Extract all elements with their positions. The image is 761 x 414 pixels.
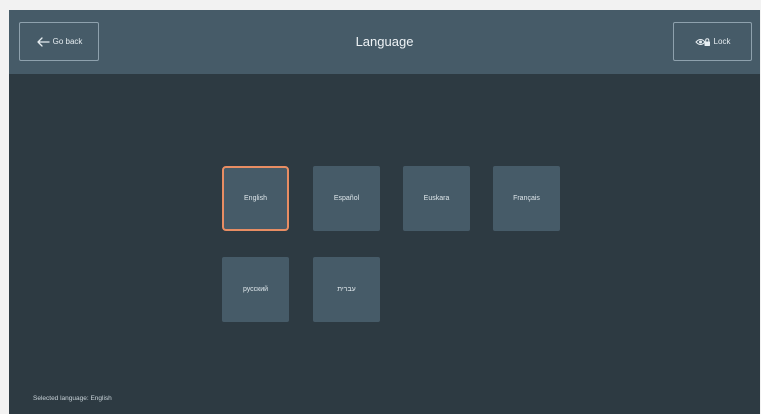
language-option-francais[interactable]: Français (493, 166, 560, 231)
language-option-english[interactable]: English (222, 166, 289, 231)
go-back-button[interactable]: Go back (19, 22, 99, 61)
language-option-espanol[interactable]: Español (313, 166, 380, 231)
language-option-russian[interactable]: русский (222, 257, 289, 322)
eye-lock-icon (694, 37, 711, 47)
arrow-left-icon (36, 36, 50, 47)
language-screen: Go back Language Lock English Español Eu… (9, 10, 760, 414)
header-bar (9, 10, 760, 74)
language-option-hebrew[interactable]: עברית (313, 257, 380, 322)
selected-language-status: Selected language: English (33, 395, 112, 402)
language-option-label: English (244, 195, 267, 202)
language-option-label: Français (513, 195, 540, 202)
lock-label: Lock (713, 37, 731, 46)
language-option-label: русский (242, 286, 269, 293)
go-back-label: Go back (52, 37, 83, 46)
language-option-label: Euskara (423, 195, 450, 202)
language-option-label: עברית (337, 286, 356, 293)
language-option-label: Español (333, 195, 360, 202)
language-option-euskara[interactable]: Euskara (403, 166, 470, 231)
lock-button[interactable]: Lock (673, 22, 752, 61)
